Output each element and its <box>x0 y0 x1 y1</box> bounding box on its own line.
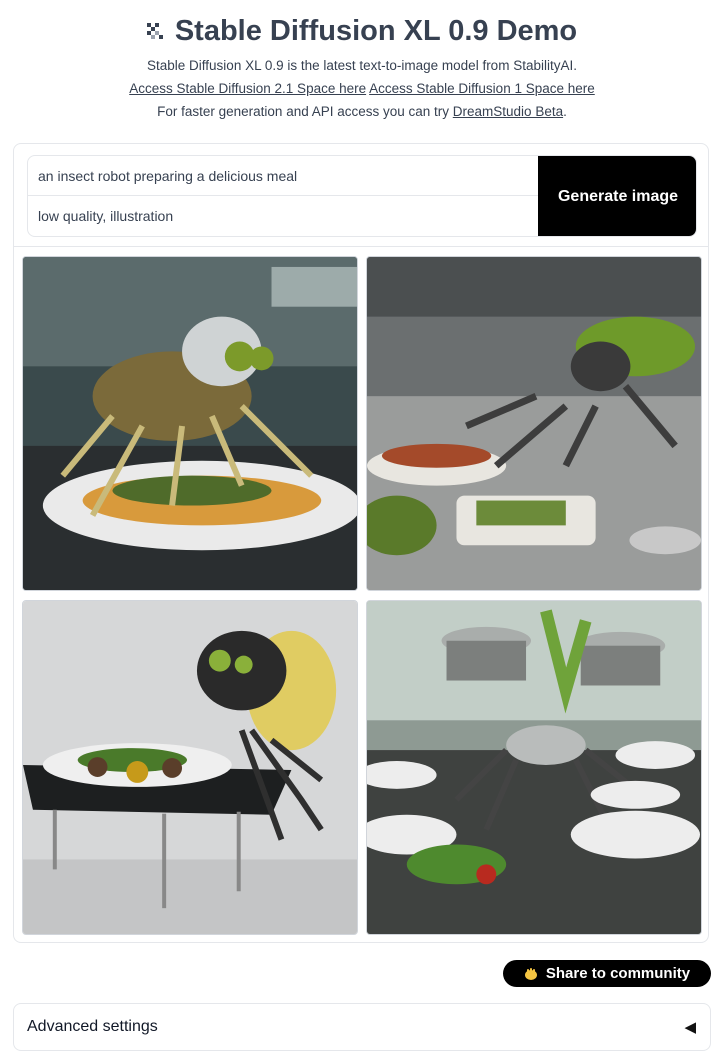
dreamstudio-link[interactable]: DreamStudio Beta <box>453 104 563 119</box>
divider <box>14 246 708 247</box>
gallery-image-2[interactable] <box>366 256 702 591</box>
advanced-settings-label: Advanced settings <box>27 1018 158 1035</box>
prompt-box: an insect robot preparing a delicious me… <box>27 155 697 237</box>
gallery-image-3[interactable] <box>22 600 358 935</box>
prompt-input[interactable]: an insect robot preparing a delicious me… <box>28 156 539 196</box>
title-row: Stable Diffusion XL 0.9 Demo <box>0 14 724 48</box>
share-community-button[interactable]: Share to community <box>503 960 711 987</box>
header: Stable Diffusion XL 0.9 Demo Stable Diff… <box>0 0 724 123</box>
gallery-image-1[interactable] <box>22 256 358 591</box>
hands-icon <box>524 967 537 980</box>
sd1-link[interactable]: Access Stable Diffusion 1 Space here <box>369 81 595 96</box>
gallery-image-4[interactable] <box>366 600 702 935</box>
advanced-settings-accordion[interactable]: Advanced settings ◀ <box>13 1003 711 1051</box>
faster-text: For faster generation and API access you… <box>157 104 453 119</box>
share-label: Share to community <box>545 965 691 982</box>
faster-row: For faster generation and API access you… <box>0 100 724 123</box>
logo-icon <box>146 23 163 39</box>
description: Stable Diffusion XL 0.9 is the latest te… <box>147 58 577 73</box>
collapse-triangle-icon[interactable]: ◀ <box>684 1018 696 1036</box>
generate-button[interactable]: Generate image <box>538 156 696 236</box>
links-row: Access Stable Diffusion 2.1 Space here A… <box>0 77 724 100</box>
main-panel: an insect robot preparing a delicious me… <box>13 143 709 943</box>
sd21-link[interactable]: Access Stable Diffusion 2.1 Space here <box>129 81 366 96</box>
negative-prompt-input[interactable]: low quality, illustration <box>28 196 539 236</box>
faster-suffix: . <box>563 104 567 119</box>
page-title: Stable Diffusion XL 0.9 Demo <box>174 15 578 47</box>
